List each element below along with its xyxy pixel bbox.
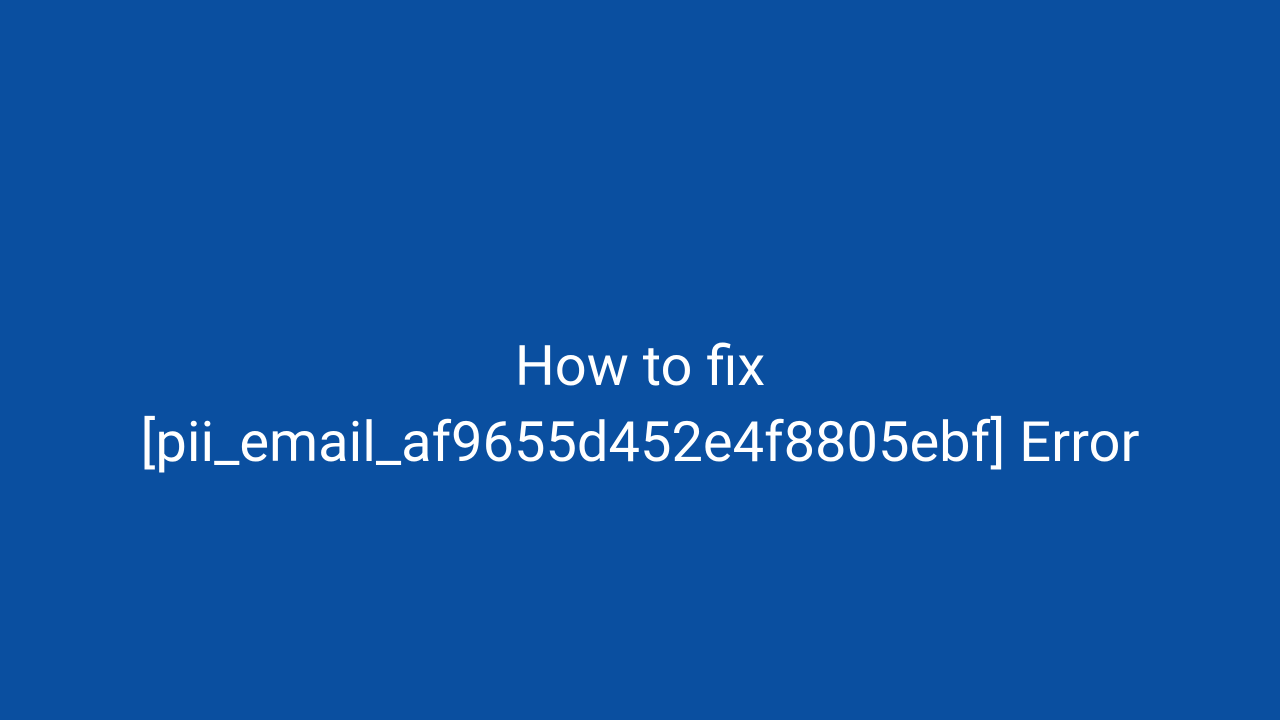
title-line-2: [pii_email_af9655d452e4f8805ebf] Error <box>141 405 1140 481</box>
title-heading: How to fix [pii_email_af9655d452e4f8805e… <box>121 329 1160 480</box>
title-line-1: How to fix <box>141 329 1140 405</box>
